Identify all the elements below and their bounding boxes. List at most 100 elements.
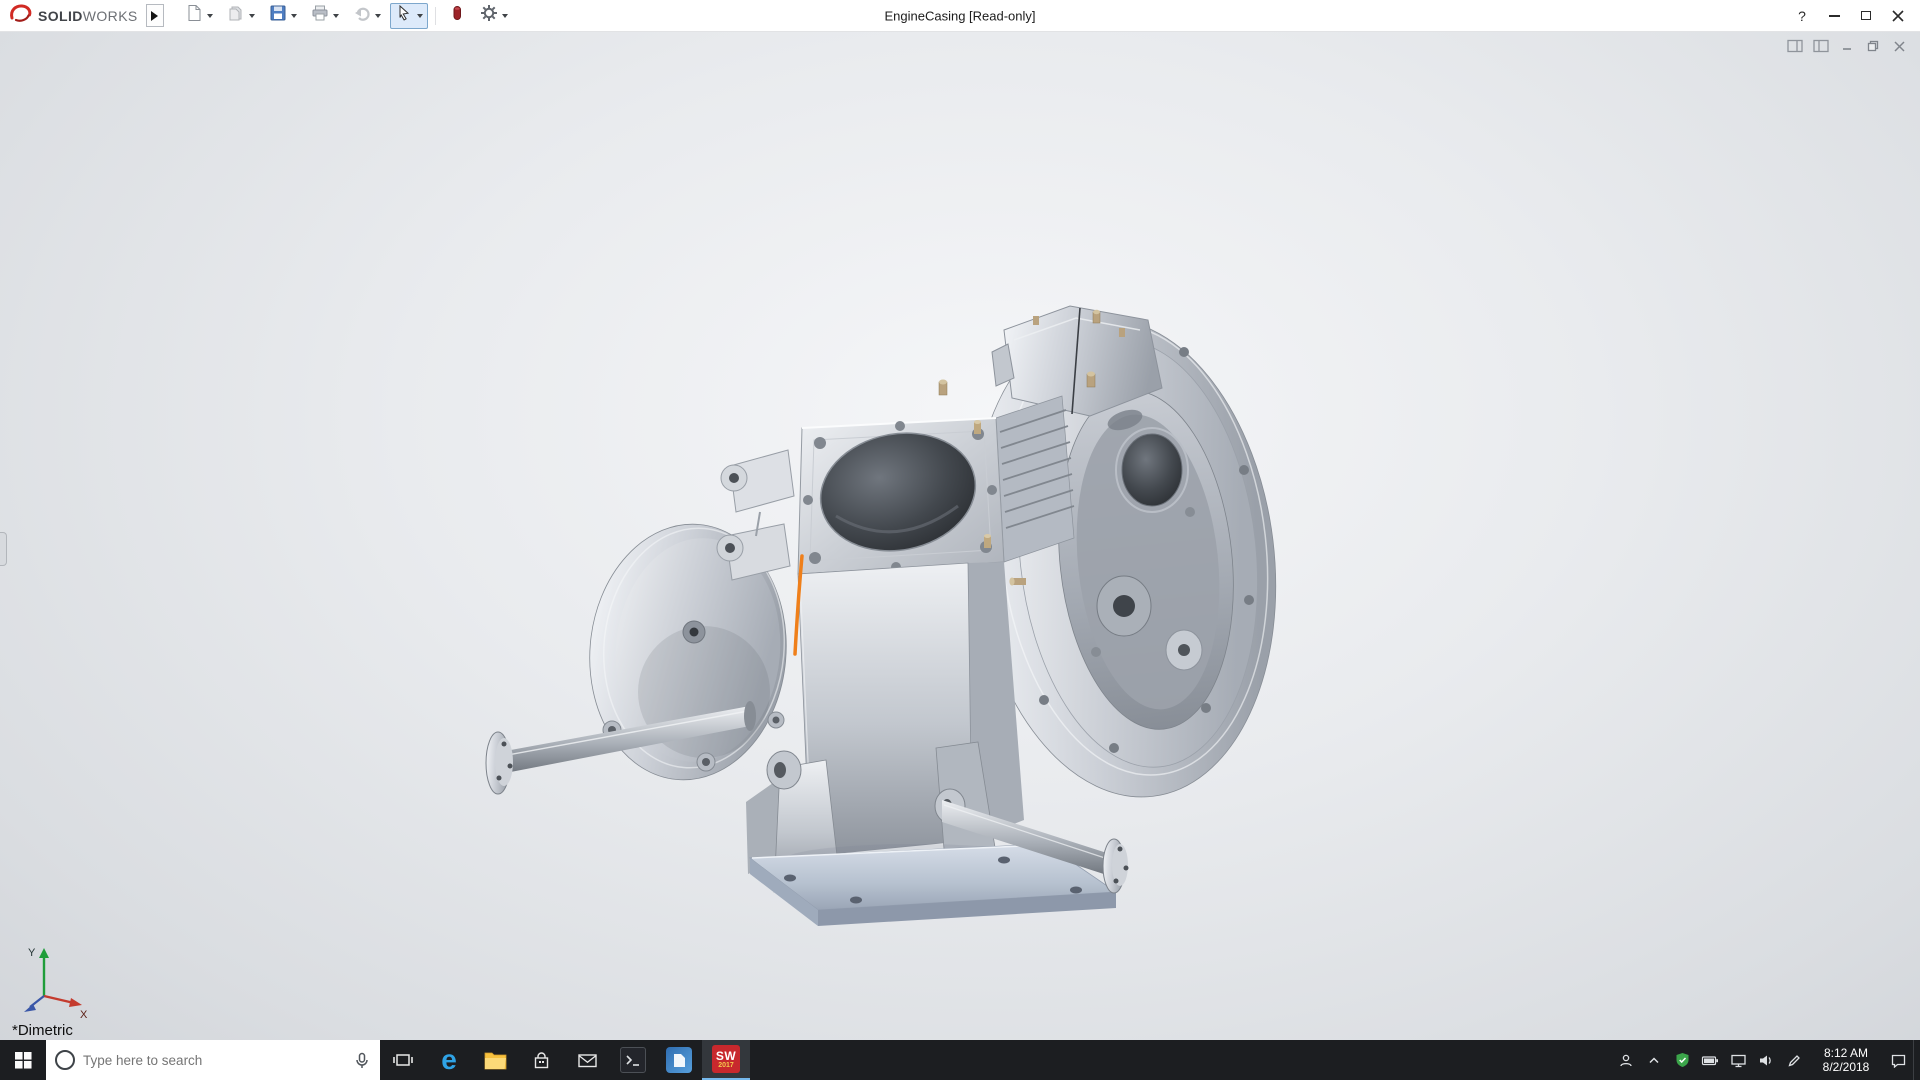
options-button[interactable] [475,3,513,29]
display-icon [1730,1053,1747,1068]
task-view-button[interactable] [380,1040,426,1080]
document-window-controls [1786,38,1908,54]
feature-panel-handle[interactable] [0,532,7,566]
menu-flyout-button[interactable] [146,4,164,27]
minimize-button[interactable] [1818,1,1850,31]
select-cursor-icon [395,4,413,27]
clock-time: 8:12 AM [1809,1046,1883,1060]
volume-button[interactable] [1753,1040,1779,1080]
y-axis-arrow-icon [39,948,49,958]
maximize-button[interactable] [1850,1,1882,31]
cylinder-flange-plate[interactable] [798,418,1004,574]
print-button[interactable] [306,3,344,29]
battery-icon [1701,1053,1719,1068]
titlebar: SOLIDWORKS [0,0,1920,32]
pane-right-button[interactable] [1812,38,1830,54]
flyout-arrow-icon [151,11,158,21]
options-gear-icon [480,4,498,27]
ds-swoosh-icon [8,3,34,28]
document-title: EngineCasing [Read-only] [884,8,1035,23]
action-center-button[interactable] [1885,1040,1911,1080]
clock-date: 8/2/2018 [1809,1060,1883,1074]
battery-button[interactable] [1697,1040,1723,1080]
print-icon [311,4,329,27]
solidworks-2017-button[interactable]: SW 2017 [702,1040,750,1080]
orientation-triad: Y X [18,944,90,1018]
new-document-icon [185,4,203,27]
toolbar-separator [435,7,436,25]
people-button[interactable] [1613,1040,1639,1080]
help-button[interactable]: ? [1786,1,1818,31]
windows-taskbar: e SW 2017 [0,1040,1920,1080]
taskbar-clock[interactable]: 8:12 AM 8/2/2018 [1809,1046,1883,1074]
store-button[interactable] [518,1040,564,1080]
hidden-icons-button[interactable] [1641,1040,1667,1080]
display-button[interactable] [1725,1040,1751,1080]
open-button[interactable] [222,3,260,29]
pane-left-button[interactable] [1786,38,1804,54]
carb-flange[interactable] [717,450,794,580]
console-app-button[interactable] [610,1040,656,1080]
doc-close-button[interactable] [1890,38,1908,54]
dropdown-caret-icon [249,14,255,18]
graphics-area[interactable]: Y X *Dimetric [0,32,1920,1040]
solidworks-logo: SOLIDWORKS [8,3,138,28]
dropdown-caret-icon [207,14,213,18]
taskbar-search-box[interactable] [46,1040,380,1080]
solidworks-2017-icon: SW 2017 [712,1045,740,1073]
file-explorer-button[interactable] [472,1040,518,1080]
chevron-up-icon [1647,1054,1661,1066]
save-icon [269,4,287,27]
window-controls: ? [1786,1,1914,31]
pen-button[interactable] [1781,1040,1807,1080]
defender-button[interactable] [1669,1040,1695,1080]
brand-text: SOLIDWORKS [38,8,138,24]
minimize-icon [1840,39,1854,53]
dropdown-caret-icon [333,14,339,18]
minimize-icon [1829,15,1840,17]
dropdown-caret-icon [417,14,423,18]
dropdown-caret-icon [502,14,508,18]
select-tool-button[interactable] [390,3,428,29]
cooling-fins[interactable] [996,396,1074,562]
new-document-button[interactable] [180,3,218,29]
windows-logo-icon [15,1052,32,1069]
mail-icon [577,1052,598,1069]
appearances-icon [448,4,466,27]
mail-button[interactable] [564,1040,610,1080]
search-input[interactable] [83,1053,345,1068]
undo-button[interactable] [348,3,386,29]
microphone-icon[interactable] [353,1052,371,1069]
undo-icon [353,4,371,27]
dropdown-caret-icon [375,14,381,18]
file-explorer-icon [484,1051,507,1070]
dropdown-caret-icon [291,14,297,18]
show-desktop-button[interactable] [1913,1040,1918,1080]
volume-icon [1758,1053,1774,1068]
close-icon [1893,40,1906,53]
pane-left-icon [1787,39,1803,53]
engine-casing-model[interactable] [484,300,1284,960]
open-icon [227,4,245,27]
edge-icon: e [441,1046,457,1074]
doc-minimize-button[interactable] [1838,38,1856,54]
x-axis-arrow-icon [69,998,82,1007]
pen-icon [1787,1053,1802,1068]
maximize-icon [1861,11,1871,20]
appearances-button[interactable] [443,3,471,29]
edge-button[interactable]: e [426,1040,472,1080]
system-tray: 8:12 AM 8/2/2018 [1613,1040,1920,1080]
people-icon [1618,1053,1634,1068]
save-button[interactable] [264,3,302,29]
close-button[interactable] [1882,1,1914,31]
doc-restore-button[interactable] [1864,38,1882,54]
y-axis-label: Y [28,947,36,959]
blue-app-button[interactable] [656,1040,702,1080]
start-button[interactable] [0,1040,46,1080]
blue-app-icon [666,1047,692,1073]
action-center-icon [1890,1053,1907,1068]
pane-right-icon [1813,39,1829,53]
x-axis-label: X [80,1009,88,1018]
console-icon [620,1047,646,1073]
restore-icon [1866,39,1880,53]
